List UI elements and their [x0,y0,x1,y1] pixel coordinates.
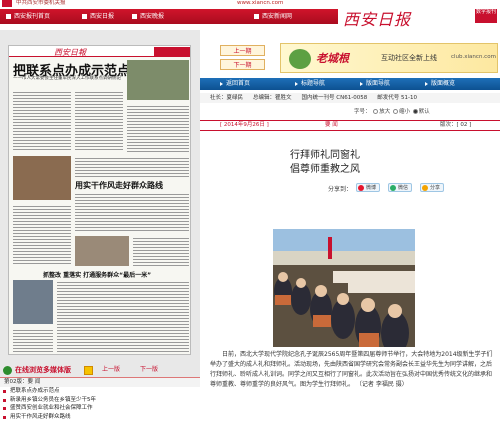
np-headline-3[interactable]: 抓整改 重落实 打通服务群众“最后一米” [43,270,151,279]
brand-logo: 西安日报 数字报刊 [338,0,500,30]
arrow-icon [425,81,428,86]
issue-banner: 上一期 下一期 老城根 互动社区全新上线 club.xiancn.com [200,43,500,73]
leaf-icon [289,49,311,69]
community-ad-banner[interactable]: 老城根 互动社区全新上线 club.xiancn.com [280,43,498,73]
multimedia-badge-icon [84,366,93,375]
globe-icon [3,366,12,375]
arrow-icon [295,81,298,86]
share-more-button[interactable]: 分享 [420,183,445,192]
subnav-page-overview[interactable]: 版面概览 [425,78,455,90]
subnav-home[interactable]: 返回首页 [220,78,250,90]
multimedia-section-title[interactable]: 在线浏览多媒体版 [15,365,71,376]
article-photo [273,229,415,347]
newspaper-page-panel: 西安日報 把联系点办成示范点 ——市人大常委会主任董军民深入工作联系点调研侧记 … [0,30,200,435]
page-number: 版次：[ 02 ] [440,122,472,128]
ceremony-photo [273,229,415,347]
meta-issn: 国内统一刊号 CN61-0058 [301,95,368,101]
np-headline-2[interactable]: 用实干作风走好群众路线 [75,180,163,191]
section-name: 要 闻 [325,122,338,128]
article-panel: 上一期 下一期 老城根 互动社区全新上线 club.xiancn.com 返回首… [200,30,500,405]
share-label: 分享到： [328,186,353,193]
np-text-column [13,328,53,352]
font-shrink-radio[interactable] [393,109,399,114]
article-title: 行拜师礼同窗礼 倡尊师重教之风 [290,149,470,177]
weibo-icon [358,185,364,191]
brand-name: 西安日报 [343,10,412,29]
site-url[interactable]: www.xiancn.com [237,0,283,7]
font-enlarge-radio[interactable] [373,109,379,114]
np-photo [13,156,71,200]
page-icon [82,14,87,19]
bullet-icon [3,390,6,393]
list-item[interactable]: 用实干作风走好群众路线 [0,413,200,422]
title-line-1: 行拜师礼同窗礼 [290,150,360,161]
list-item[interactable]: 盛赞西安创业就业和社会保障工作 [0,404,200,413]
ad-text: 互动社区全新上线 [381,54,437,62]
meta-publisher: 社长：夏绿民 [210,95,244,101]
article-content: 字号： 放大 缩小 默认 [ 2014年9月26日 ] 要 闻 版次：[ 02 … [200,104,500,405]
meta-postal-code: 邮发代号 51-10 [377,95,417,101]
article-subnav: 返回首页 标题导航 版面导航 版面概览 [200,78,500,90]
site-header: 中共西安市委机关报 www.xiancn.com 西安报刊首页 西安日报 西安晚… [0,0,500,30]
share-icon [422,185,428,191]
subnav-page-nav[interactable]: 版面导航 [360,78,390,90]
newspaper-page-preview[interactable]: 西安日報 把联系点办成示范点 ——市人大常委会主任董军民深入工作联系点调研侧记 … [8,45,191,355]
bullet-icon [3,398,6,402]
np-photo [75,236,129,266]
issue-date: [ 2014年9月26日 ] [220,122,269,128]
site-name: 中共西安市委机关报 [16,0,66,6]
np-masthead: 西安日報 [9,46,190,57]
list-item[interactable]: 新录用乡镇公务员在乡镇至少干5年 [0,396,200,405]
bullet-icon [3,415,6,419]
arrow-icon [360,81,363,86]
share-weibo-button[interactable]: 微博 [356,183,381,192]
wechat-icon [390,185,396,191]
nav-home[interactable]: 西安报刊首页 [4,11,50,22]
list-item[interactable]: 把联系点办成示范点 [0,387,200,396]
nav-xian-evening[interactable]: 西安晚报 [130,11,164,22]
ad-brand: 老城根 [316,52,349,65]
meta-editor: 总编辑：瞿胜文 [253,95,292,101]
np-text-column [75,192,189,232]
np-text-column [133,236,189,266]
np-text-column [127,104,189,152]
page-icon [254,14,259,19]
font-size-control: 字号： 放大 缩小 默认 [354,109,430,115]
prev-issue-button[interactable]: 上一期 [220,45,265,56]
ad-url: club.xiancn.com [451,54,496,60]
prev-page-button[interactable]: 上一版 [102,365,120,375]
next-page-button[interactable]: 下一版 [140,365,158,375]
title-line-2: 倡尊师重教之风 [290,164,360,175]
np-masthead-logo: 西安日報 [54,48,86,57]
multimedia-section-header: 在线浏览多媒体版 上一版 下一版 [2,365,198,376]
nav-xiancn[interactable]: 西安新闻网 [252,11,292,22]
brand-badge: 数字报刊 [475,9,497,23]
subnav-title-nav[interactable]: 标题导航 [295,78,325,90]
share-wechat-button[interactable]: 微信 [388,183,413,192]
issue-date-bar: [ 2014年9月26日 ] 要 闻 版次：[ 02 ] [200,120,500,131]
party-emblem-icon [2,0,12,7]
np-text-column [13,204,71,264]
page-icon [132,14,137,19]
np-photo [127,60,189,100]
np-text-column [13,90,71,152]
bullet-icon [3,407,6,410]
page-label: 第02版：要 闻 [0,378,200,387]
publication-meta: 社长：夏绿民 总编辑：瞿胜文 国内统一刊号 CN61-0058 邮发代号 51-10 [200,93,500,103]
np-text-column [75,156,189,178]
nav-xian-daily[interactable]: 西安日报 [80,11,114,22]
article-body: 日前，西北大学现代学院纪念孔子诞辰2565周年暨第四届尊师节举行，大会特地为20… [210,351,493,388]
np-subhead: ——市人大常委会主任董军民深入工作联系点调研侧记 [13,76,121,81]
arrow-icon [220,81,223,86]
font-default-radio[interactable] [412,109,418,114]
home-icon [6,14,11,19]
next-issue-button[interactable]: 下一期 [220,59,265,70]
np-text-column [57,280,189,352]
share-bar: 分享到： 微博 微信 分享 [328,182,498,194]
np-photo [13,280,53,324]
top-nav: 西安报刊首页 西安日报 西安晚报 西安新闻网 [0,9,340,24]
np-text-column [75,90,123,152]
page-article-list: 第02版：要 闻 把联系点办成示范点 新录用乡镇公务员在乡镇至少干5年 盛赞西安… [0,377,200,435]
